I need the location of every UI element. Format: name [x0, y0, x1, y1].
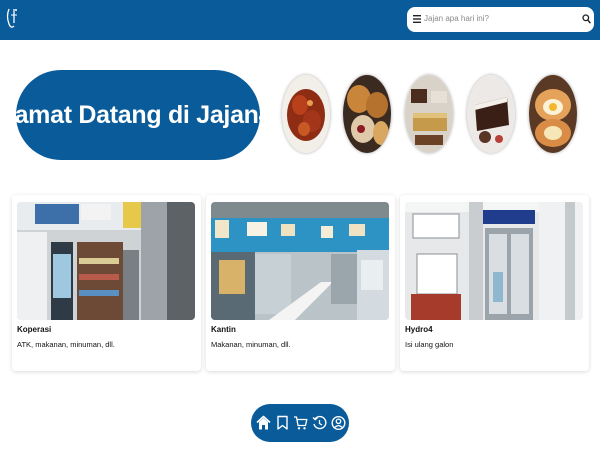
- home-icon[interactable]: [256, 415, 271, 431]
- history-icon[interactable]: [312, 415, 327, 431]
- store-description: Isi ulang galon: [405, 340, 454, 349]
- bottom-navigation: [251, 404, 349, 442]
- store-name: Koperasi: [17, 325, 52, 334]
- magnifier-icon[interactable]: [582, 14, 591, 24]
- store-card-hydro4[interactable]: Hydro4 Isi ulang galon: [400, 195, 589, 371]
- jajan4u-logo-icon[interactable]: [5, 6, 19, 32]
- hamburger-menu-icon[interactable]: [413, 14, 421, 24]
- welcome-banner: Selamat Datang di Jajan4U!: [0, 70, 298, 160]
- profile-icon[interactable]: [331, 415, 346, 431]
- food-photo-cakes-icon[interactable]: [405, 75, 453, 153]
- food-photo-fried-chicken-icon[interactable]: [282, 75, 330, 153]
- store-card-koperasi[interactable]: Koperasi ATK, makanan, minuman, dll.: [12, 195, 201, 371]
- bookmark-icon[interactable]: [275, 415, 290, 431]
- store-photo-kantin: [211, 202, 389, 320]
- food-photo-egg-sandwich-icon[interactable]: [529, 75, 577, 153]
- search-input[interactable]: Jajan apa hari ini?: [424, 14, 489, 23]
- store-description: Makanan, minuman, dll.: [211, 340, 291, 349]
- store-name: Kantin: [211, 325, 236, 334]
- food-photo-chocolate-dessert-icon[interactable]: [467, 75, 515, 153]
- cart-icon[interactable]: [293, 415, 308, 431]
- store-name: Hydro4: [405, 325, 433, 334]
- store-card-kantin[interactable]: Kantin Makanan, minuman, dll.: [206, 195, 395, 371]
- welcome-text: Selamat Datang di Jajan4U!: [0, 100, 299, 129]
- food-photo-pastries-icon[interactable]: [343, 75, 391, 153]
- store-photo-koperasi: [17, 202, 195, 320]
- store-description: ATK, makanan, minuman, dll.: [17, 340, 115, 349]
- top-bar: Jajan apa hari ini?: [0, 0, 600, 40]
- search-bar[interactable]: Jajan apa hari ini?: [407, 7, 594, 32]
- store-photo-hydro4: [405, 202, 583, 320]
